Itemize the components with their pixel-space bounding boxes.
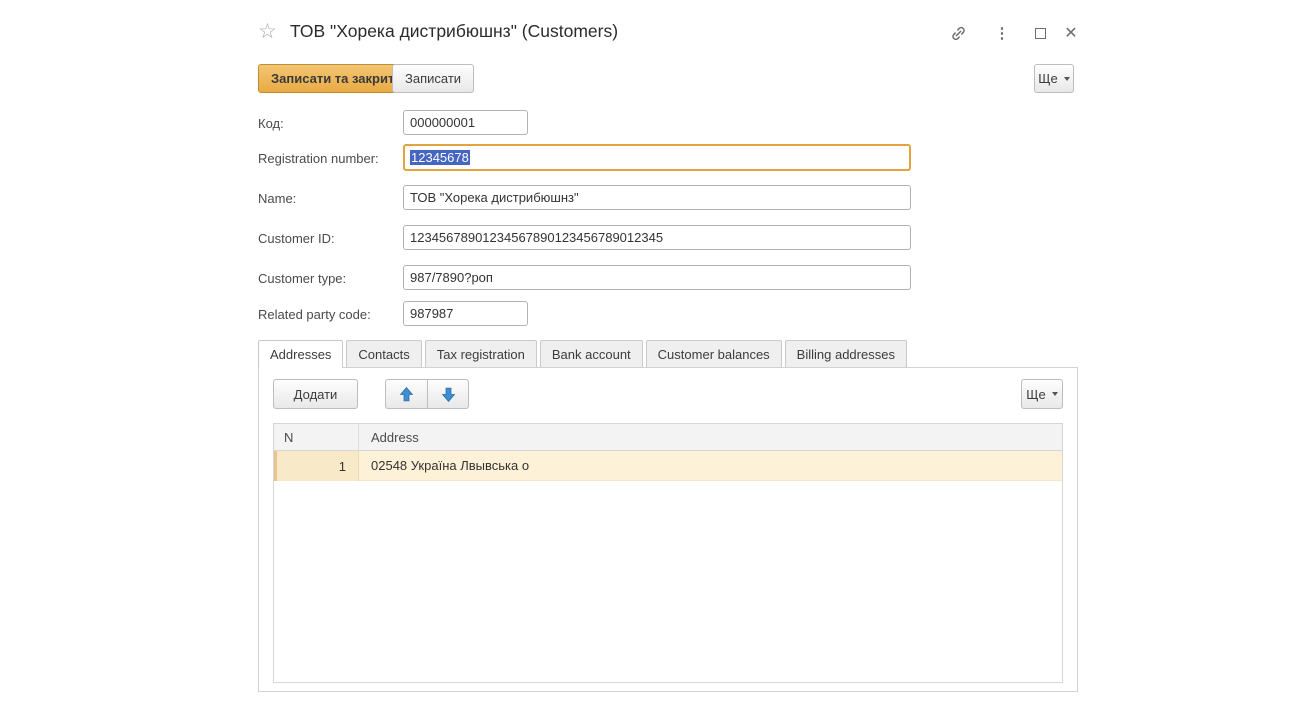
move-row-buttons [385,379,469,409]
column-header-n[interactable]: N [274,424,359,450]
customer-id-label: Customer ID: [258,231,335,246]
related-party-code-label: Related party code: [258,307,371,322]
window-title: ТОВ "Хорека дистрибюшнз" (Customers) [290,21,618,42]
move-up-button[interactable] [385,379,427,409]
more-menu-kebab-icon[interactable]: ⋮ [993,24,1011,42]
customer-id-field[interactable] [403,225,911,250]
code-field[interactable] [403,110,528,135]
tab-bank-account[interactable]: Bank account [540,340,643,367]
more-button-label: Ще [1038,71,1057,86]
row-number-cell: 1 [274,451,359,481]
related-party-code-field[interactable] [403,301,528,326]
more-button-top[interactable]: Ще [1034,64,1074,93]
column-header-address[interactable]: Address [359,424,1062,450]
more-button-grid-label: Ще [1026,387,1045,402]
tab-strip: Addresses Contacts Tax registration Bank… [258,340,907,367]
maximize-icon[interactable] [1031,24,1049,42]
name-field[interactable] [403,185,911,210]
tab-billing-addresses[interactable]: Billing addresses [785,340,907,367]
addresses-table: N Address 1 02548 Україна Лвывська о [273,423,1063,683]
tab-addresses[interactable]: Addresses [258,340,343,368]
customer-form-window: ☆ ТОВ "Хорека дистрибюшнз" (Customers) ⋮… [0,0,1304,718]
save-button[interactable]: Записати [392,64,474,93]
selected-text: 12345678 [410,150,470,165]
add-row-button[interactable]: Додати [273,379,358,409]
favorite-star-icon[interactable]: ☆ [258,18,277,46]
registration-number-label: Registration number: [258,151,379,166]
customer-type-label: Customer type: [258,271,346,286]
tab-tax-registration[interactable]: Tax registration [425,340,537,367]
caret-down-icon [1064,77,1070,81]
link-icon[interactable] [949,24,967,42]
arrow-up-icon [398,386,415,403]
table-header-row: N Address [274,424,1062,451]
registration-number-field[interactable]: 12345678 [403,144,911,171]
move-down-button[interactable] [427,379,469,409]
tab-contacts[interactable]: Contacts [346,340,421,367]
arrow-down-icon [440,386,457,403]
close-icon[interactable]: ✕ [1062,24,1080,42]
tab-customer-balances[interactable]: Customer balances [646,340,782,367]
more-button-grid[interactable]: Ще [1021,379,1063,409]
grid-toolbar: Додати Ще [273,379,1063,409]
caret-down-icon [1052,392,1058,396]
name-label: Name: [258,191,296,206]
row-address-cell: 02548 Україна Лвывська о [359,451,1062,481]
table-row[interactable]: 1 02548 Україна Лвывська о [274,451,1062,481]
code-label: Код: [258,116,284,131]
addresses-tab-panel: Додати Ще N Address [258,367,1078,692]
customer-type-field[interactable] [403,265,911,290]
